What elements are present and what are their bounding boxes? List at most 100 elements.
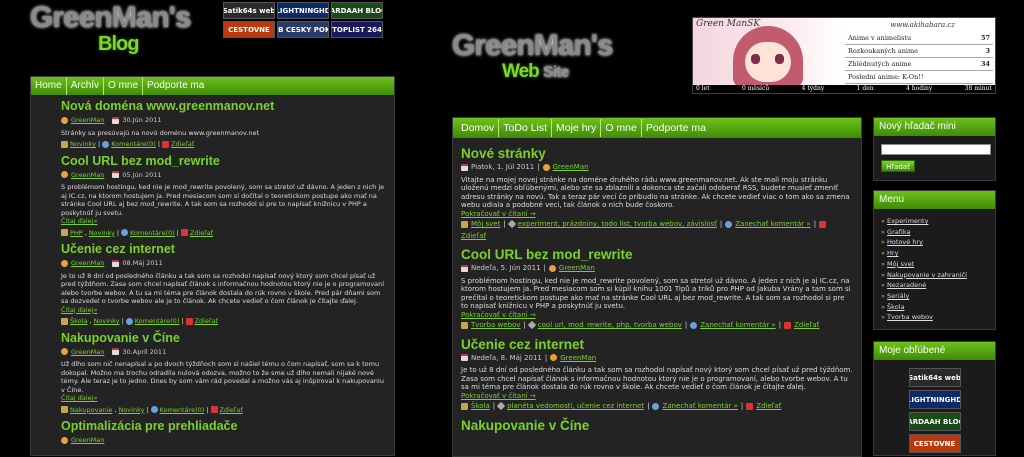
post-footer-link[interactable]: Zdieľať — [461, 232, 486, 241]
nav-item-podporte-ma[interactable]: Podporte ma — [642, 119, 710, 137]
post-tag[interactable]: Novinky — [70, 140, 96, 149]
badge-5[interactable]: WEB CESKY POKER — [277, 21, 329, 38]
post-author[interactable]: GreenMan — [71, 436, 104, 445]
post-author[interactable]: GreenMan — [553, 163, 589, 172]
post-title[interactable]: Nové stránky — [461, 146, 853, 161]
post-title[interactable]: Nová doména www.greenmanov.net — [61, 100, 386, 113]
left-nav: Home Archív O mne Podporte ma — [31, 77, 394, 95]
post-tag[interactable]: Komentáre(0) — [135, 317, 180, 326]
nav-item-archív[interactable]: Archív — [67, 77, 105, 95]
post-tag[interactable]: Komentáre(0) — [111, 140, 156, 149]
anime-stat-row: Anime v animelistu 57 — [845, 32, 993, 45]
post-tag[interactable]: Zdieľať — [220, 406, 243, 415]
menu-item[interactable]: » Hry — [881, 248, 995, 259]
post-footer: Môj svet | experiment, prázdniny, todo lis… — [461, 220, 853, 240]
nav-item-moje-hry[interactable]: Moje hry — [552, 119, 602, 137]
menu-item[interactable]: » Grafika — [881, 227, 995, 238]
post-tag[interactable]: Nakupovanie — [70, 406, 112, 415]
folder-icon — [61, 406, 68, 414]
menu-item[interactable]: » Experimenty — [881, 216, 995, 227]
calendar-icon — [112, 348, 120, 356]
site-post: Nakupovanie v Číne — [461, 418, 853, 433]
left-logo[interactable]: GreenMan's Blog — [30, 2, 210, 56]
post-title[interactable]: Optimalizácia pre prehliadače — [61, 420, 386, 433]
nav-item-todo-list[interactable]: ToDo List — [499, 119, 553, 137]
post-meta: GreenMan 30.Apríl 2011 — [61, 348, 386, 357]
nav-item-o-mne[interactable]: O mne — [601, 119, 642, 137]
menu-item[interactable]: » Môj svet — [881, 259, 995, 270]
post-footer: Nakupovanie, Novinky | Komentáre(0) | Zdieľať — [61, 406, 386, 415]
post-tag[interactable]: Zdieľať — [195, 317, 218, 326]
menu-item[interactable]: » Tvorba webov — [881, 312, 995, 323]
post-author[interactable]: GreenMan — [71, 348, 104, 357]
nav-item-domov[interactable]: Domov — [457, 119, 500, 137]
nav-item-o-mne[interactable]: O mne — [104, 77, 144, 95]
post-title[interactable]: Učenie cez internet — [61, 243, 386, 256]
post-author[interactable]: GreenMan — [559, 264, 595, 273]
post-title[interactable]: Nakupovanie v Číne — [61, 331, 386, 345]
anime-stat-row: Rozkoukaných anime 3 — [845, 45, 993, 58]
post-footer-link[interactable]: Zanechať komentár » — [735, 220, 810, 229]
post-footer-link[interactable]: Tvorba webov — [471, 321, 520, 330]
blog-post: Nová doména www.greenmanov.net GreenMan 30… — [61, 100, 386, 149]
separator: | — [740, 402, 744, 410]
menu-item-label: Hry — [887, 249, 899, 258]
post-footer-link[interactable]: Zdieľať — [756, 402, 781, 411]
post-footer-link[interactable]: Zanechať komentár » — [662, 402, 737, 411]
badge-2[interactable]: LIGHTNINGHD — [277, 2, 329, 19]
post-footer-link[interactable]: Škola — [471, 402, 490, 411]
read-more-link[interactable]: Pokračovať v čítaní → — [461, 311, 853, 320]
search-button[interactable]: Hľadať — [881, 160, 915, 172]
menu-item[interactable]: » Nezaradené — [881, 280, 995, 291]
post-tag[interactable]: PHP — [70, 229, 83, 238]
post-title[interactable]: Nakupovanie v Číne — [461, 418, 853, 433]
badge-6[interactable]: TOPLIST 264 — [331, 21, 383, 38]
share-icon — [180, 229, 188, 237]
read-more-link[interactable]: Čítaj ďalej» — [61, 306, 386, 315]
menu-item[interactable]: » Seriály — [881, 291, 995, 302]
anime-stat-value: 3 — [985, 47, 990, 55]
post-footer-link[interactable]: Zanechať komentár » — [700, 321, 775, 330]
favorite-badge[interactable]: Satik64s web — [908, 368, 961, 387]
nav-item-podporte-ma[interactable]: Podporte ma — [143, 77, 208, 95]
search-input[interactable] — [881, 144, 991, 155]
badge-1[interactable]: Satik64s web — [223, 2, 275, 19]
post-footer-link[interactable]: experiment, prázdniny, todo list, tvorba… — [518, 220, 717, 229]
right-logo[interactable]: GreenMan's Web Site — [452, 30, 642, 86]
post-tag[interactable]: Škola — [70, 317, 87, 326]
menu-item-label: Hotové hry — [887, 238, 923, 247]
post-tag[interactable]: Komentáre(0) — [130, 229, 175, 238]
favorite-badge[interactable]: JARDAAH BLOG — [908, 412, 961, 431]
nav-item-home[interactable]: Home — [31, 77, 67, 95]
badge-4[interactable]: CESTOVNE — [223, 21, 275, 38]
post-tag[interactable]: Zdieľať — [171, 140, 194, 149]
post-tag[interactable]: Novinky — [89, 229, 115, 238]
post-author[interactable]: GreenMan — [71, 171, 104, 180]
post-title[interactable]: Cool URL bez mod_rewrite — [61, 154, 386, 168]
share-icon — [819, 220, 827, 228]
read-more-link[interactable]: Čítaj ďalej» — [61, 394, 386, 403]
post-tag[interactable]: Novinky — [118, 406, 144, 415]
menu-item[interactable]: » Škola — [881, 302, 995, 313]
favorite-badge[interactable]: CESTOVNE — [908, 434, 961, 453]
post-tag[interactable]: Komentáre(0) — [160, 406, 205, 415]
menu-item[interactable]: » Nakupovanie v zahraničí — [881, 270, 995, 281]
post-footer-link[interactable]: Zdieľať — [794, 321, 819, 330]
post-title[interactable]: Cool URL bez mod_rewrite — [461, 247, 853, 262]
post-author[interactable]: GreenMan — [71, 259, 104, 268]
favorite-badge[interactable]: LIGHTNINGHD — [908, 390, 961, 409]
post-footer-link[interactable]: planéta vedomostí, učenie cez internet — [507, 402, 644, 411]
post-title[interactable]: Učenie cez internet — [461, 337, 853, 352]
post-author[interactable]: GreenMan — [560, 354, 596, 363]
read-more-link[interactable]: Pokračovať v čítaní → — [461, 210, 853, 219]
post-author[interactable]: GreenMan — [71, 116, 104, 125]
post-tag[interactable]: Novinky — [94, 317, 120, 326]
post-tag[interactable]: Zdieľať — [190, 229, 213, 238]
post-footer-link[interactable]: cool url, mod_rewrite, php, tvorba webov — [538, 321, 682, 330]
menu-item[interactable]: » Hotové hry — [881, 237, 995, 248]
read-more-link[interactable]: Pokračovať v čítaní → — [461, 392, 853, 401]
post-footer-link[interactable]: Môj svet — [471, 220, 500, 229]
read-more-link[interactable]: Čítaj ďalej» — [61, 217, 386, 226]
badge-3[interactable]: JARDAAH BLOG — [331, 2, 383, 19]
anime-banner[interactable]: Green ManSK www.akihabara.cz Anime v ani… — [692, 17, 996, 94]
